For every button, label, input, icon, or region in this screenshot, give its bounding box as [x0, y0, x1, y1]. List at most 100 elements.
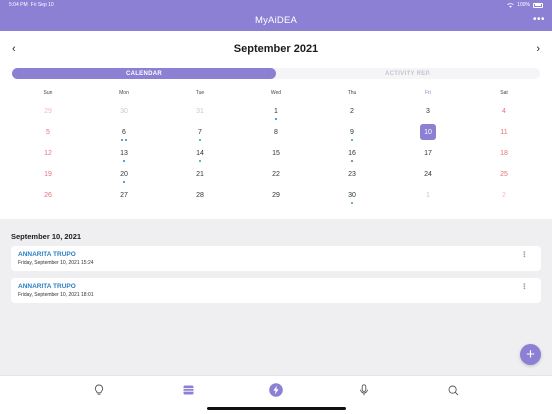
chevron-left-icon[interactable]: ‹ — [12, 41, 16, 57]
status-date: Fri Sep 10 — [30, 2, 54, 8]
search-icon — [448, 385, 458, 395]
app-title: MyAiDEA — [254, 15, 298, 26]
chevron-right-icon[interactable]: › — [536, 41, 540, 57]
calendar-day[interactable]: 19 — [10, 165, 86, 186]
calendar-day[interactable]: 26 — [10, 186, 86, 207]
event-dot — [121, 139, 124, 142]
event-dot — [122, 181, 126, 184]
event-indicator — [162, 139, 238, 142]
calendar-day[interactable]: 4 — [466, 102, 542, 123]
month-nav: ‹ September 2021 › — [0, 41, 552, 57]
appointment-card[interactable]: ANNARITA TRUPO Friday, September 10, 202… — [11, 246, 541, 271]
calendar-day[interactable]: 9 — [314, 123, 390, 144]
calendar-day[interactable]: 18 — [466, 144, 542, 165]
more-vertical-icon[interactable]: ••• — [520, 283, 526, 289]
calendar-panel: ‹ September 2021 › CALENDAR ACTIVITY REP… — [0, 31, 552, 219]
appointment-card[interactable]: ANNARITA TRUPO Friday, September 10, 202… — [11, 278, 541, 303]
calendar-day[interactable]: 17 — [390, 144, 466, 165]
calendar-day[interactable]: 22 — [238, 165, 314, 186]
calendar-day[interactable]: 23 — [314, 165, 390, 186]
day-number: 13 — [120, 150, 128, 157]
day-number: 30 — [348, 192, 356, 199]
calendar-day[interactable]: 11 — [466, 123, 542, 144]
weekday-label: Sat — [500, 90, 508, 96]
day-number: 29 — [272, 192, 280, 199]
calendar-day[interactable]: 27 — [86, 186, 162, 207]
event-dot — [350, 139, 354, 142]
tab-activity[interactable] — [268, 382, 284, 398]
day-number: 6 — [122, 129, 126, 136]
day-number: 11 — [500, 129, 508, 136]
day-number: 16 — [348, 150, 356, 157]
battery-icon — [533, 2, 543, 8]
calendar-day[interactable]: 2 — [314, 102, 390, 123]
calendar-day[interactable]: 21 — [162, 165, 238, 186]
day-number: 23 — [348, 171, 356, 178]
appointment-time: Friday, September 10, 2021 15:24 — [18, 260, 94, 266]
day-number: 3 — [426, 108, 430, 115]
appointment-time: Friday, September 10, 2021 18:01 — [18, 292, 94, 298]
day-number: 1 — [426, 192, 430, 199]
day-number: 22 — [272, 171, 280, 178]
event-indicator — [86, 181, 162, 184]
day-number: 8 — [274, 129, 278, 136]
weekday-label: Mon — [119, 90, 129, 96]
day-number: 29 — [44, 108, 52, 115]
lightbulb-icon — [94, 384, 104, 395]
calendar-day[interactable]: 2 — [466, 186, 542, 207]
event-indicator — [238, 118, 314, 121]
calendar-day-selected[interactable]: 10 — [390, 123, 466, 144]
add-button[interactable]: + — [520, 344, 541, 365]
weekday-label: Sun — [43, 90, 53, 96]
tab-lightbulb[interactable] — [91, 382, 107, 398]
calendar-day[interactable]: 31 — [162, 102, 238, 123]
event-indicator — [86, 139, 162, 142]
event-dot — [274, 118, 278, 121]
weekday-label: Tue — [195, 90, 205, 96]
calendar-day[interactable]: 16 — [314, 144, 390, 165]
appointment-name[interactable]: ANNARITA TRUPO — [18, 251, 76, 258]
day-number: 20 — [120, 171, 128, 178]
calendar-day[interactable]: 13 — [86, 144, 162, 165]
day-number: 17 — [424, 150, 432, 157]
calendar-day[interactable]: 20 — [86, 165, 162, 186]
day-number: 24 — [424, 171, 432, 178]
day-number: 2 — [502, 192, 506, 199]
calendar-day[interactable]: 8 — [238, 123, 314, 144]
calendar-day[interactable]: 7 — [162, 123, 238, 144]
calendar-day[interactable]: 15 — [238, 144, 314, 165]
month-title: September 2021 — [233, 43, 319, 55]
day-number: 12 — [44, 150, 52, 157]
calendar-day[interactable]: 1 — [390, 186, 466, 207]
calendar-day[interactable]: 30 — [314, 186, 390, 207]
status-right: 100% — [507, 2, 543, 8]
day-number: 30 — [120, 108, 128, 115]
tab-search[interactable] — [445, 382, 461, 398]
appointment-name[interactable]: ANNARITA TRUPO — [18, 283, 76, 290]
calendar-day[interactable]: 6 — [86, 123, 162, 144]
event-dot — [124, 139, 127, 142]
calendar-day[interactable]: 25 — [466, 165, 542, 186]
calendar-day[interactable]: 29 — [10, 102, 86, 123]
weekday-header-row: Sun Mon Tue Wed Thu Fri Sat — [10, 90, 542, 98]
calendar-day[interactable]: 30 — [86, 102, 162, 123]
calendar-day[interactable]: 1 — [238, 102, 314, 123]
calendar-day[interactable]: 5 — [10, 123, 86, 144]
tab-activity-report[interactable]: ACTIVITY REP. — [276, 68, 540, 79]
agenda-date-heading: September 10, 2021 — [11, 232, 82, 241]
calendar-day[interactable]: 12 — [10, 144, 86, 165]
calendar-day[interactable]: 28 — [162, 186, 238, 207]
calendar-day[interactable]: 29 — [238, 186, 314, 207]
more-vertical-icon[interactable]: ••• — [520, 251, 526, 257]
calendar-week-row: 26 27 28 29 30 1 2 — [10, 186, 542, 207]
day-number: 9 — [350, 129, 354, 136]
tab-calendar-nav[interactable] — [180, 382, 196, 398]
tab-microphone[interactable] — [356, 382, 372, 398]
more-options-icon[interactable]: ••• — [533, 15, 545, 25]
plus-icon: + — [526, 346, 535, 363]
tab-calendar[interactable]: CALENDAR — [12, 68, 276, 79]
day-number: 25 — [500, 171, 508, 178]
calendar-day[interactable]: 14 — [162, 144, 238, 165]
calendar-day[interactable]: 24 — [390, 165, 466, 186]
calendar-day[interactable]: 3 — [390, 102, 466, 123]
